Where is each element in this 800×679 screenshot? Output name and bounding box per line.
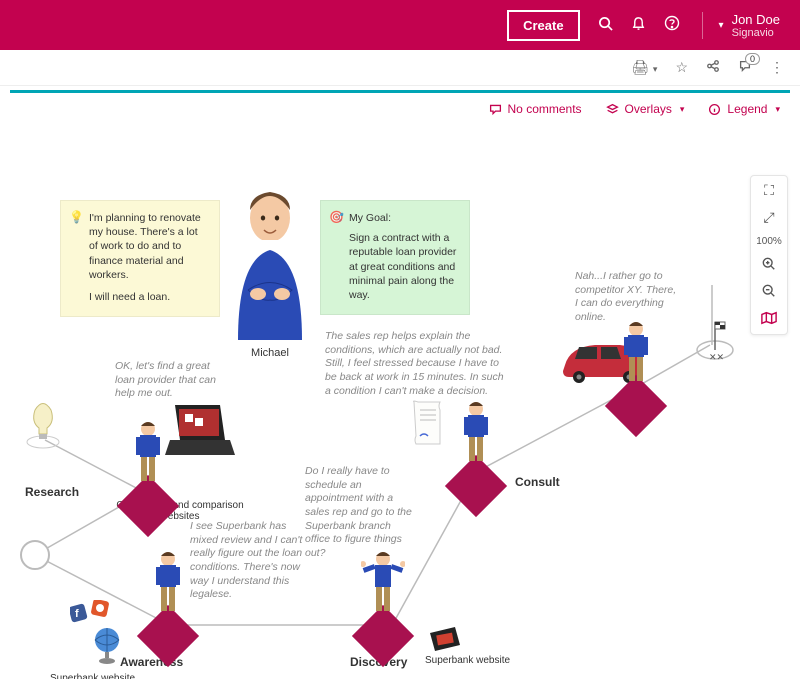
- chevron-down-icon: ▾: [719, 20, 724, 31]
- journey-figure-discovery[interactable]: [355, 550, 411, 664]
- note-body: Sign a contract with a reputable loan pr…: [349, 231, 457, 302]
- thought-consult: The sales rep helps explain the conditio…: [325, 330, 505, 398]
- note-text: I will need a loan.: [89, 290, 207, 304]
- user-org-label: Signavio: [732, 27, 780, 39]
- create-button[interactable]: Create: [507, 10, 579, 41]
- persona-illustration: Michael: [215, 180, 325, 359]
- start-node-lightbulb[interactable]: [25, 400, 61, 453]
- comments-toggle[interactable]: No comments: [489, 102, 582, 116]
- thought-exit: Nah...I rather go to competitor XY. Ther…: [575, 270, 680, 325]
- lightbulb-icon: 💡: [69, 209, 84, 225]
- zoom-in-icon[interactable]: [762, 257, 776, 274]
- end-node[interactable]: ✕✕: [695, 320, 735, 373]
- stage-research: Research: [25, 485, 79, 499]
- chevron-down-icon: ▾: [775, 104, 780, 115]
- svg-text:f: f: [75, 608, 79, 620]
- comments-label: No comments: [508, 102, 582, 116]
- notification-badge-icon[interactable]: 0: [738, 59, 752, 76]
- label-superbank-1: Superbank website: [50, 673, 135, 679]
- overlays-toggle[interactable]: Overlays ▾: [606, 102, 685, 116]
- user-name-label: Jon Doe: [732, 12, 780, 27]
- user-menu[interactable]: ▾ Jon Doe Signavio: [702, 12, 780, 39]
- document-prop: [410, 400, 446, 453]
- notification-count: 0: [745, 53, 760, 65]
- goal-icon: 🎯: [329, 209, 344, 225]
- fit-icon[interactable]: ⤢: [763, 209, 774, 226]
- note-text: I'm planning to renovate my house. There…: [89, 211, 207, 282]
- stage-consult: Consult: [515, 475, 560, 489]
- app-header: Create ▾ Jon Doe Signavio: [0, 0, 800, 50]
- chevron-down-icon: ▾: [680, 104, 685, 115]
- more-icon[interactable]: ⋮: [770, 59, 784, 76]
- overlays-label: Overlays: [625, 102, 672, 116]
- label-superbank-2: Superbank website: [425, 655, 510, 666]
- map-icon[interactable]: [761, 311, 777, 328]
- share-icon[interactable]: [706, 59, 720, 76]
- help-icon[interactable]: [664, 15, 680, 35]
- bell-icon[interactable]: [631, 16, 646, 35]
- note-title: My Goal:: [349, 211, 457, 225]
- thought-discovery: Do I really have to schedule an appointm…: [305, 465, 415, 560]
- thought-awareness: I see Superbank has mixed review and I c…: [190, 520, 310, 602]
- journey-figure-research[interactable]: [120, 420, 176, 534]
- persona-name: Michael: [215, 347, 325, 359]
- star-icon[interactable]: ☆: [675, 59, 688, 76]
- fullscreen-icon[interactable]: ⛶: [764, 182, 774, 199]
- tablet-prop: [425, 625, 465, 658]
- legend-label: Legend: [727, 102, 767, 116]
- globe-prop: [90, 625, 124, 668]
- zoom-tools-panel: ⛶ ⤢ 100%: [750, 175, 788, 335]
- svg-text:✕✕: ✕✕: [709, 352, 724, 362]
- journey-figure-exit[interactable]: [608, 320, 664, 434]
- view-options-bar: No comments Overlays ▾ Legend ▾: [0, 93, 800, 125]
- journey-figure-consult[interactable]: [448, 400, 504, 514]
- search-icon[interactable]: [598, 16, 613, 35]
- sticky-note-context[interactable]: 💡 I'm planning to renovate my house. The…: [60, 200, 220, 317]
- zoom-level[interactable]: 100%: [756, 236, 782, 247]
- sticky-note-goal[interactable]: 🎯 My Goal: Sign a contract with a reputa…: [320, 200, 470, 315]
- print-icon[interactable]: 🖨 ▾: [631, 59, 657, 76]
- journey-figure-awareness[interactable]: [140, 550, 196, 664]
- path-node: [20, 540, 50, 570]
- journey-canvas[interactable]: ⛶ ⤢ 100% 💡 I'm planning to renovate my h…: [0, 125, 800, 679]
- thought-research: OK, let's find a great loan provider tha…: [115, 360, 220, 401]
- legend-toggle[interactable]: Legend ▾: [708, 102, 780, 116]
- zoom-out-icon[interactable]: [762, 284, 776, 301]
- secondary-toolbar: 🖨 ▾ ☆ 0 ⋮: [0, 50, 800, 86]
